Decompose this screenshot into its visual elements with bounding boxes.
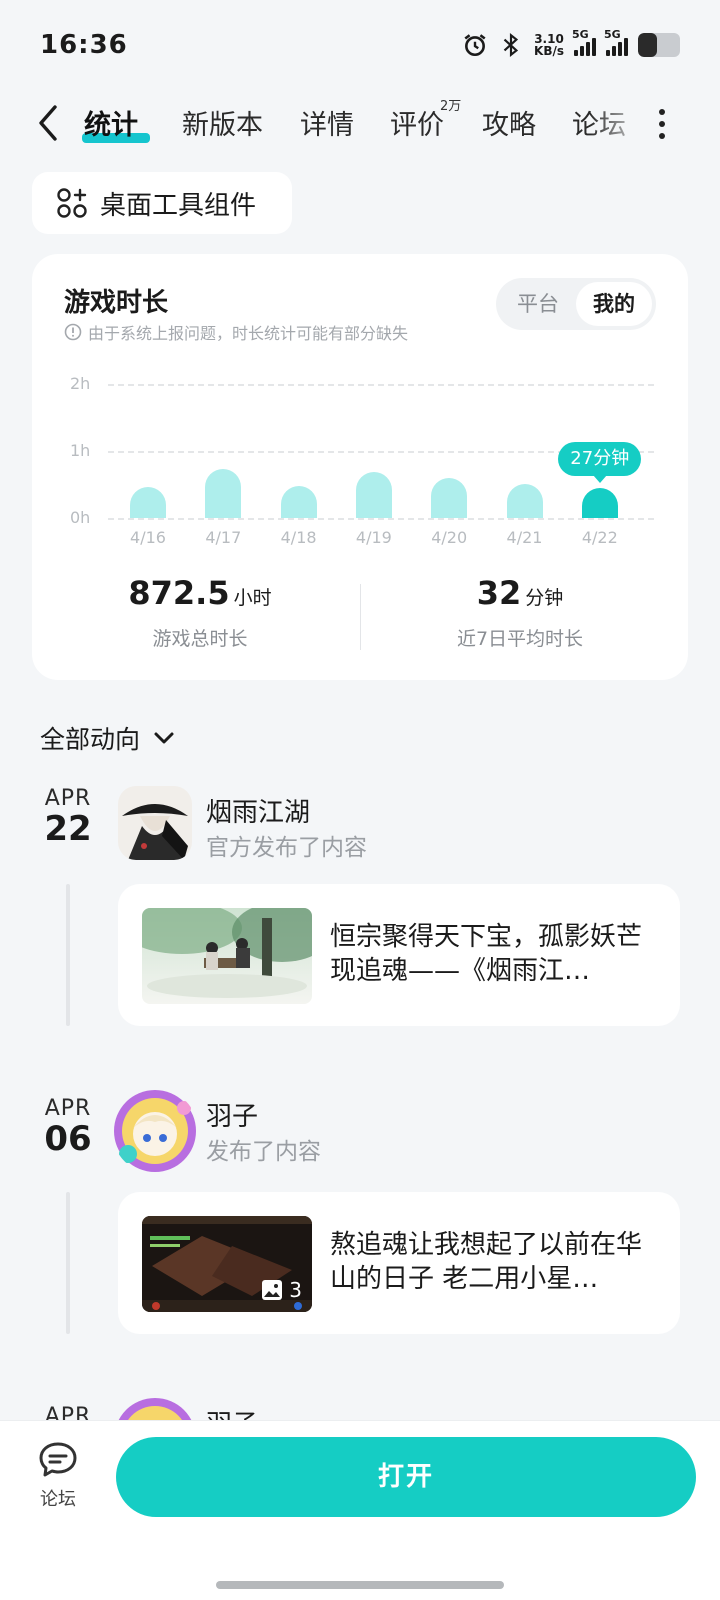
user-avatar[interactable] bbox=[112, 1088, 198, 1174]
post-text-2: 熬追魂让我想起了以前在华山的日子 老二用小星… bbox=[330, 1230, 643, 1294]
image-count-badge: 3 bbox=[261, 1278, 302, 1302]
reviews-count-badge: 2万 bbox=[440, 99, 462, 114]
tab-new-version[interactable]: 新版本 bbox=[182, 103, 263, 142]
play-time-chart: 2h 1h 0h 4/16 4/17 4/18 4/19 4/20 4/21 4/22 27分钟 bbox=[32, 354, 688, 554]
card-note: 由于系统上报问题，时长统计可能有部分缺失 bbox=[64, 320, 408, 344]
entry-day: 22 bbox=[44, 809, 92, 849]
signal-type: 5G bbox=[572, 28, 589, 41]
bluetooth-icon bbox=[503, 32, 519, 58]
x-tick-label: 4/17 bbox=[205, 528, 242, 547]
y-tick-label: 2h bbox=[70, 374, 91, 393]
status-bar: 16:36 3.10 KB/s 5G 5G bbox=[0, 0, 720, 94]
signal-icon: 5G bbox=[572, 28, 596, 56]
total-time-unit: 小时 bbox=[233, 587, 272, 609]
avg-time-unit: 分钟 bbox=[525, 587, 564, 609]
card-title: 游戏时长 bbox=[64, 288, 169, 318]
game-avatar-image bbox=[118, 786, 192, 860]
entry-day-2: 06 bbox=[44, 1119, 92, 1159]
post-card-2[interactable]: 3 熬追魂让我想起了以前在华山的日子 老二用小星… bbox=[118, 1192, 680, 1334]
desktop-widget-label: 桌面工具组件 bbox=[100, 190, 257, 221]
chart-gridline bbox=[108, 518, 654, 520]
x-tick-label: 4/18 bbox=[280, 528, 317, 547]
desktop-widget-button[interactable]: 桌面工具组件 bbox=[32, 172, 292, 234]
feed-filter-label: 全部动向 bbox=[40, 725, 141, 754]
post-thumbnail-image bbox=[142, 908, 312, 1004]
x-tick-label: 4/21 bbox=[506, 528, 543, 547]
total-time-label: 游戏总时长 bbox=[152, 628, 248, 650]
post-thumbnail-2: 3 bbox=[142, 1216, 312, 1312]
x-tick-label: 4/16 bbox=[130, 528, 166, 547]
info-icon bbox=[64, 323, 82, 341]
y-tick-label: 0h bbox=[70, 508, 91, 527]
tab-guides[interactable]: 攻略 bbox=[482, 103, 536, 142]
entry-action: 官方发布了内容 bbox=[206, 835, 367, 861]
battery-icon bbox=[638, 33, 680, 57]
back-button[interactable] bbox=[30, 101, 66, 145]
back-arrow-icon bbox=[39, 105, 57, 141]
signal-type-2: 5G bbox=[604, 28, 621, 41]
y-tick-label: 1h bbox=[70, 441, 91, 460]
x-tick-label: 4/19 bbox=[355, 528, 392, 547]
tab-details[interactable]: 详情 bbox=[300, 103, 354, 142]
game-avatar[interactable] bbox=[118, 786, 192, 860]
chart-bar[interactable] bbox=[355, 471, 392, 518]
toggle-mine[interactable]: 我的 bbox=[576, 282, 652, 326]
chart-bar[interactable] bbox=[130, 486, 166, 518]
user-avatar-image bbox=[114, 1090, 196, 1172]
forum-button[interactable]: 论坛 bbox=[38, 1441, 78, 1511]
timeline-line-2 bbox=[66, 1192, 70, 1334]
feed-filter-dropdown[interactable]: 全部动向 bbox=[40, 720, 176, 756]
toggle-platform[interactable]: 平台 bbox=[500, 282, 576, 326]
forum-label: 论坛 bbox=[40, 1489, 76, 1510]
image-count: 3 bbox=[289, 1278, 302, 1302]
tab-stats[interactable]: 统计 bbox=[84, 103, 138, 142]
play-time-card: 游戏时长 由于系统上报问题，时长统计可能有部分缺失 平台 我的 2h 1h 0h 4/… bbox=[32, 254, 688, 680]
selected-bar-tooltip: 27分钟 bbox=[558, 441, 642, 483]
entry-date-2: APR 06 bbox=[36, 1096, 100, 1157]
battery-fill bbox=[638, 33, 657, 57]
card-note-text: 由于系统上报问题，时长统计可能有部分缺失 bbox=[88, 324, 409, 343]
entry-month: APR bbox=[44, 786, 92, 811]
x-tick-label: 4/22 bbox=[581, 528, 618, 547]
entry-author[interactable]: 烟雨江湖 bbox=[206, 792, 310, 829]
image-icon bbox=[262, 1280, 283, 1300]
post-text: 恒宗聚得天下宝，孤影妖芒现追魂——《烟雨江… bbox=[330, 922, 643, 986]
chevron-down-icon bbox=[154, 732, 174, 744]
alarm-icon bbox=[464, 34, 486, 57]
avg-time-summary: 32 分钟 近7日平均时长 bbox=[360, 574, 680, 651]
avg-time-value: 32 bbox=[476, 574, 522, 612]
status-icons: 3.10 KB/s 5G 5G bbox=[462, 28, 680, 58]
x-tick-label: 4/20 bbox=[431, 528, 468, 547]
chart-bar[interactable] bbox=[506, 483, 543, 518]
forum-icon bbox=[39, 1442, 77, 1477]
chart-gridline bbox=[108, 384, 654, 386]
chart-bar[interactable] bbox=[431, 478, 468, 518]
post-card[interactable]: 恒宗聚得天下宝，孤影妖芒现追魂——《烟雨江… bbox=[118, 884, 680, 1026]
total-time-value: 872.5 bbox=[128, 574, 230, 612]
network-speed: 3.10 KB/s bbox=[534, 33, 564, 57]
chart-bar[interactable] bbox=[581, 487, 618, 518]
avg-time-label: 近7日平均时长 bbox=[456, 628, 584, 650]
status-time: 16:36 bbox=[40, 30, 128, 60]
chart-bar[interactable] bbox=[280, 485, 317, 518]
tab-reviews[interactable]: 评价 bbox=[390, 103, 444, 142]
bottom-action-bar: 论坛 打开 bbox=[0, 1420, 720, 1600]
total-time-summary: 872.5 小时 游戏总时长 bbox=[40, 574, 360, 651]
tab-fade-overlay bbox=[590, 95, 650, 155]
timeline-line bbox=[66, 884, 70, 1026]
widget-icon bbox=[57, 188, 87, 218]
entry-action-2: 发布了内容 bbox=[206, 1139, 321, 1165]
more-options-button[interactable] bbox=[656, 109, 668, 139]
signal-icon-2: 5G bbox=[604, 28, 628, 56]
open-game-button[interactable]: 打开 bbox=[116, 1437, 696, 1517]
entry-date: APR 22 bbox=[36, 786, 100, 847]
chart-bar[interactable] bbox=[205, 469, 242, 518]
top-tab-bar: 统计 新版本 详情 评价 2万 攻略 论坛 bbox=[0, 95, 720, 155]
post-thumbnail bbox=[142, 908, 312, 1004]
scope-toggle: 平台 我的 bbox=[496, 278, 656, 330]
home-indicator[interactable] bbox=[216, 1581, 504, 1589]
entry-author-2[interactable]: 羽子 bbox=[206, 1096, 258, 1133]
network-speed-unit: KB/s bbox=[534, 44, 564, 58]
entry-month-2: APR bbox=[44, 1096, 92, 1121]
